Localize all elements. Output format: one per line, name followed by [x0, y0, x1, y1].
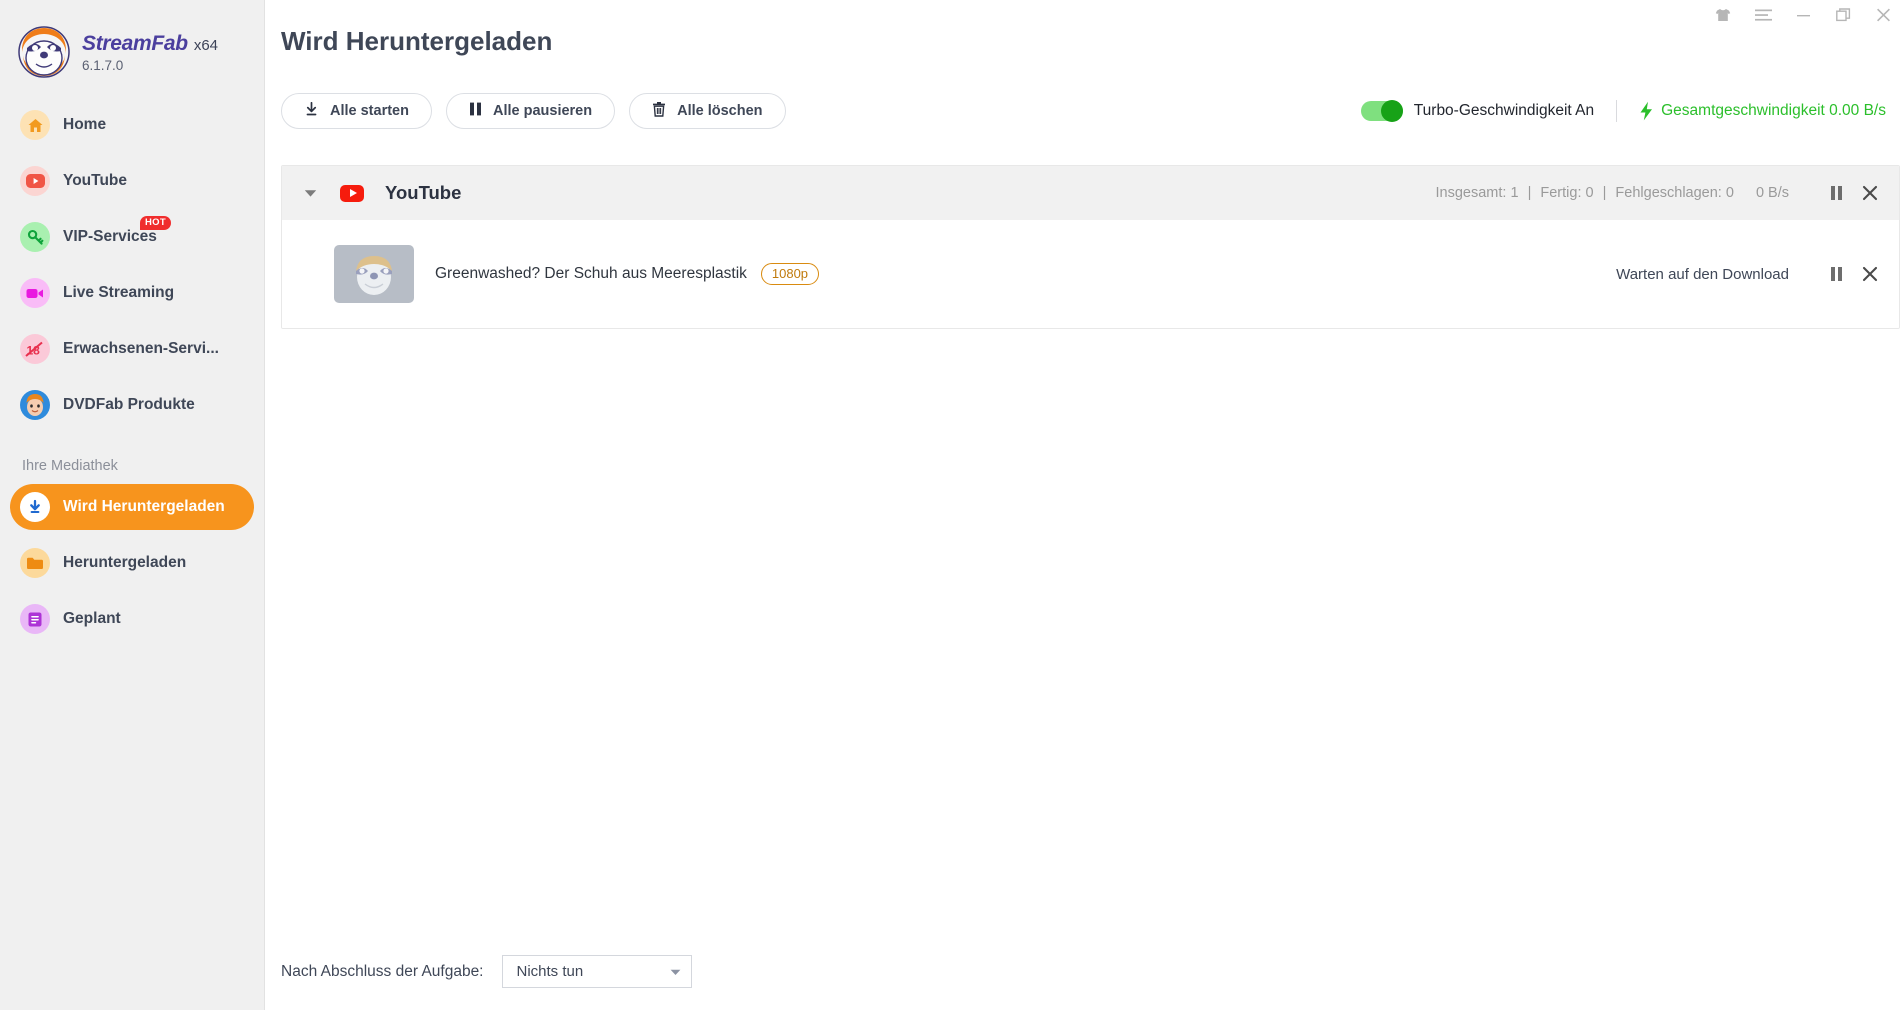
start-all-label: Alle starten [330, 103, 409, 119]
sidebar-item-label: Wird Heruntergeladen [63, 498, 225, 515]
sidebar-item-live-streaming[interactable]: Live Streaming [10, 270, 254, 316]
adult-18-plus-icon: 18 [20, 334, 50, 364]
bottom-bar: Nach Abschluss der Aufgabe: Nichts tun [281, 955, 692, 988]
task-status: Warten auf den Download [1616, 265, 1789, 283]
quality-badge: 1080p [760, 263, 820, 285]
stats-done-label: Fertig: [1540, 185, 1582, 201]
group-stats: Insgesamt: 1 | Fertig: 0 | Fehlgeschlage… [1436, 185, 1734, 201]
home-icon [20, 110, 50, 140]
total-speed-label: Gesamtgeschwindigkeit 0.00 B/s [1661, 102, 1886, 119]
lightning-bolt-icon [1639, 101, 1654, 121]
sidebar-item-heruntergeladen[interactable]: Heruntergeladen [10, 540, 254, 586]
sidebar: StreamFab x64 6.1.7.0 Home YouTube VIP-S… [0, 0, 265, 1010]
dvdfab-icon [20, 390, 50, 420]
brand-name: StreamFab [82, 31, 188, 55]
menu-icon[interactable] [1754, 6, 1772, 24]
turbo-toggle[interactable] [1360, 100, 1403, 122]
hot-badge: HOT [140, 216, 171, 230]
task-close-button[interactable] [1853, 257, 1887, 291]
stats-sep-2: | [1602, 185, 1607, 201]
stats-done-value: 0 [1585, 185, 1594, 201]
sidebar-section-label: Ihre Mediathek [22, 458, 118, 474]
turbo-label: Turbo-Geschwindigkeit An [1413, 102, 1595, 119]
group-header: YouTube Insgesamt: 1 | Fertig: 0 | Fehlg… [282, 166, 1899, 220]
sidebar-item-label: DVDFab Produkte [63, 396, 195, 413]
group-header-right: Insgesamt: 1 | Fertig: 0 | Fehlgeschlage… [1436, 176, 1888, 210]
library-nav: Wird Heruntergeladen Heruntergeladen Gep… [0, 484, 264, 642]
window-controls [1714, 2, 1892, 28]
delete-all-button[interactable]: Alle löschen [629, 93, 786, 129]
stats-failed-value: 0 [1725, 185, 1734, 201]
group-speed: 0 B/s [1755, 185, 1789, 201]
sidebar-item-vip-services[interactable]: VIP-Services HOT [10, 214, 254, 260]
key-icon [20, 222, 50, 252]
toggle-knob [1380, 100, 1403, 122]
toolbar-divider [1616, 100, 1618, 122]
after-task-selected-value: Nichts tun [516, 963, 584, 980]
app-window: StreamFab x64 6.1.7.0 Home YouTube VIP-S… [0, 0, 1900, 1010]
start-all-button[interactable]: Alle starten [281, 93, 432, 129]
sidebar-item-wird-heruntergeladen[interactable]: Wird Heruntergeladen [10, 484, 254, 530]
sidebar-item-label: Heruntergeladen [63, 554, 187, 571]
pause-all-button[interactable]: Alle pausieren [445, 93, 616, 129]
trash-icon [652, 101, 666, 121]
play-triangle [349, 189, 357, 197]
delete-all-label: Alle löschen [677, 103, 763, 119]
chevron-down-icon [670, 963, 681, 981]
calendar-list-icon [20, 604, 50, 634]
close-icon[interactable] [1874, 6, 1892, 24]
maximize-icon[interactable] [1834, 6, 1852, 24]
task-pause-button[interactable] [1819, 257, 1853, 291]
toolbar: Alle starten Alle pausieren Alle löschen [281, 93, 786, 129]
sidebar-item-adult-services[interactable]: 18 Erwachsenen-Servi... [10, 326, 254, 372]
video-camera-icon [20, 278, 50, 308]
sidebar-item-label: Home [63, 116, 107, 133]
table-row[interactable]: Greenwashed? Der Schuh aus Meeresplastik… [282, 220, 1899, 328]
stats-total-value: 1 [1510, 185, 1519, 201]
pause-all-label: Alle pausieren [492, 103, 593, 119]
folder-icon [20, 548, 50, 578]
brand-version: 6.1.7.0 [82, 57, 124, 73]
sidebar-item-label: YouTube [63, 172, 127, 189]
pause-icon [469, 102, 482, 120]
download-icon [304, 101, 319, 121]
stats-total-label: Insgesamt: [1435, 185, 1507, 201]
theme-shirt-icon[interactable] [1714, 6, 1732, 24]
main-nav: Home YouTube VIP-Services HOT Live Strea… [0, 102, 264, 428]
task-title: Greenwashed? Der Schuh aus Meeresplastik [435, 265, 747, 282]
sidebar-item-youtube[interactable]: YouTube [10, 158, 254, 204]
stats-failed-label: Fehlgeschlagen: [1615, 185, 1722, 201]
video-thumbnail [334, 245, 414, 303]
sidebar-item-geplant[interactable]: Geplant [10, 596, 254, 642]
sidebar-item-label: VIP-Services [63, 228, 157, 245]
minimize-icon[interactable] [1794, 6, 1812, 24]
task-group-youtube: YouTube Insgesamt: 1 | Fertig: 0 | Fehlg… [281, 165, 1900, 329]
task-list: YouTube Insgesamt: 1 | Fertig: 0 | Fehlg… [281, 165, 1900, 329]
main-content: Wird Heruntergeladen Alle starten Alle p… [265, 0, 1900, 1010]
youtube-icon [340, 184, 364, 202]
stats-sep-1: | [1527, 185, 1532, 201]
group-name: YouTube [385, 182, 462, 203]
page-title: Wird Heruntergeladen [281, 26, 553, 56]
download-circle-icon [20, 492, 50, 522]
app-brand: StreamFab x64 6.1.7.0 [0, 0, 264, 86]
chevron-down-icon[interactable] [302, 189, 318, 198]
sidebar-item-dvdfab-produkte[interactable]: DVDFab Produkte [10, 382, 254, 428]
sidebar-item-label: Geplant [63, 610, 121, 627]
after-task-select[interactable]: Nichts tun [501, 955, 692, 988]
youtube-icon [20, 166, 50, 196]
sidebar-item-home[interactable]: Home [10, 102, 254, 148]
group-pause-button[interactable] [1819, 176, 1853, 210]
turbo-speed-area: Turbo-Geschwindigkeit An Gesamtgeschwind… [1360, 94, 1886, 128]
task-actions: Warten auf den Download [1616, 257, 1887, 291]
brand-text: StreamFab x64 6.1.7.0 [82, 32, 218, 73]
sidebar-item-label: Live Streaming [63, 284, 175, 301]
sidebar-item-label: Erwachsenen-Servi... [63, 340, 219, 357]
streamfab-logo-icon [16, 24, 72, 80]
brand-arch: x64 [193, 36, 219, 54]
group-close-button[interactable] [1853, 176, 1887, 210]
after-task-label: Nach Abschluss der Aufgabe: [281, 962, 484, 980]
task-info: Greenwashed? Der Schuh aus Meeresplastik… [435, 263, 820, 285]
